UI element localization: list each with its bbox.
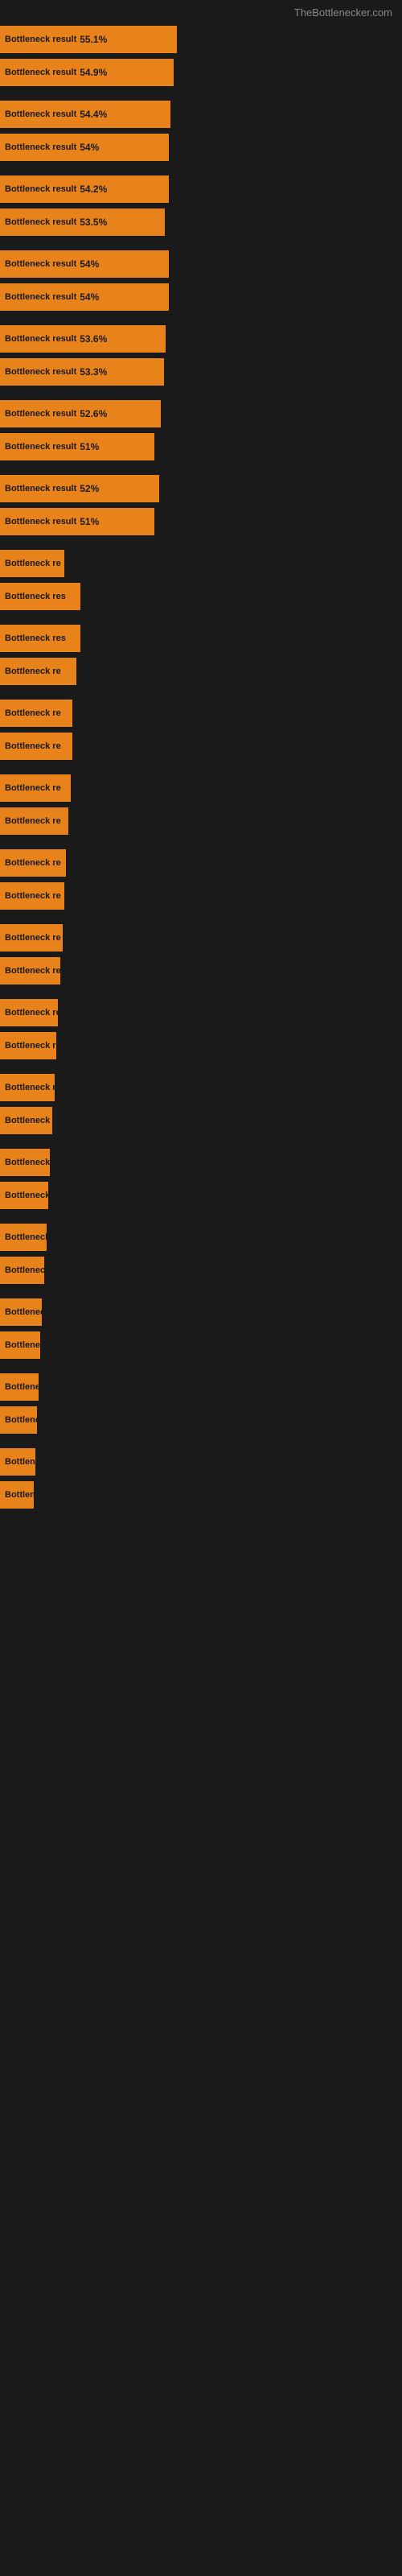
bar-label: Bottleneck res <box>5 634 66 643</box>
list-item: Bottleneck <box>0 1405 402 1435</box>
bar-value: 54% <box>80 142 99 153</box>
bar-label: Bottleneck re <box>5 783 61 793</box>
bar-label: Bottleneck re <box>5 816 61 826</box>
list-item: Bottleneck re <box>0 881 402 911</box>
bar-value: 53.5% <box>80 217 107 228</box>
bar-label: Bottleneck <box>5 1382 50 1392</box>
bar-label: Bottleneck result <box>5 68 76 77</box>
bar-label: Bottleneck result <box>5 109 76 119</box>
bar-label: Bottleneck re <box>5 1041 61 1051</box>
list-item: Bottleneck res <box>0 623 402 654</box>
bar-label: Bottleneck result <box>5 442 76 452</box>
list-item: Bottleneck re <box>0 698 402 729</box>
bar-label: Bottleneck result <box>5 484 76 493</box>
bar-label: Bottleneck <box>5 1490 50 1500</box>
list-item: Bottleneck re4% <box>0 548 402 579</box>
bar-value: 53.6% <box>80 333 107 345</box>
list-item: Bottleneck result 54.2% <box>0 174 402 204</box>
site-header: TheBottlenecker.com <box>0 0 402 22</box>
bar-label: Bottleneck re <box>5 1008 61 1018</box>
bar-label: Bottleneck re <box>5 933 61 943</box>
bar-label: Bottleneck re <box>5 667 61 676</box>
bar-label: Bottleneck result <box>5 35 76 44</box>
list-item: Bottleneck result 54% <box>0 249 402 279</box>
bar-label: Bottleneck re <box>5 1158 61 1167</box>
bar-value: 54.4% <box>80 109 107 120</box>
list-item: Bottleneck re <box>0 1030 402 1061</box>
list-item: Bottleneck result 51% <box>0 506 402 537</box>
list-item: Bottleneck result 54.9% <box>0 57 402 88</box>
bar-value: 53.3% <box>80 366 107 378</box>
list-item: Bottleneck result 52.6% <box>0 398 402 429</box>
bar-label: Bottleneck <box>5 1415 50 1425</box>
list-item: Bottleneck result 54% <box>0 282 402 312</box>
bar-label: Bottleneck result <box>5 142 76 152</box>
bar-value: 52.6% <box>80 408 107 419</box>
bar-label: Bottleneck result <box>5 409 76 419</box>
bar-label: Bottleneck re <box>5 966 61 976</box>
bar-value: 51% <box>80 516 99 527</box>
bar-label: Bottleneck res <box>5 592 66 601</box>
bar-label: Bottleneck re <box>5 858 61 868</box>
bar-label: Bottleneck re <box>5 559 61 568</box>
bar-label: Bottleneck re <box>5 708 61 718</box>
list-item: Bottleneck re <box>0 848 402 878</box>
bar-label: Bottleneck r <box>5 1232 56 1242</box>
list-item: Bottleneck re <box>0 1072 402 1103</box>
bar-label: Bottleneck result <box>5 334 76 344</box>
list-item: Bottleneck re <box>0 1180 402 1211</box>
bar-label: Bottleneck r <box>5 1265 56 1275</box>
bar-label: Bottleneck result <box>5 217 76 227</box>
bar-value: 54.9% <box>80 67 107 78</box>
bar-label: Bottleneck re <box>5 1116 61 1125</box>
list-item: Bottleneck result 53.6% <box>0 324 402 354</box>
bar-label: Bottleneck result <box>5 259 76 269</box>
list-item: Bottleneck r <box>0 1255 402 1286</box>
bar-label: Bottleneck result <box>5 517 76 526</box>
site-title: TheBottlenecker.com <box>294 6 392 19</box>
list-item: Bottleneck re <box>0 956 402 986</box>
bar-value: 51% <box>80 441 99 452</box>
list-item: Bottleneck r <box>0 1222 402 1253</box>
list-item: Bottleneck re <box>0 806 402 836</box>
bar-value: 55.1% <box>80 34 107 45</box>
bar-label: Bottleneck <box>5 1457 50 1467</box>
list-item: Bottleneck re <box>0 1147 402 1178</box>
list-item: Bottleneck <box>0 1480 402 1510</box>
list-item: Bottleneck result 52% <box>0 473 402 504</box>
list-item: Bottleneck result 53.3% <box>0 357 402 387</box>
list-item: Bottleneck <box>0 1447 402 1477</box>
list-item: Bottleneck re <box>0 923 402 953</box>
bar-label: Bottleneck re <box>5 1191 61 1200</box>
list-item: Bottleneck r <box>0 1297 402 1327</box>
list-item: Bottleneck result 54% <box>0 132 402 163</box>
list-item: Bottleneck <box>0 1372 402 1402</box>
list-item: Bottleneck re <box>0 656 402 687</box>
list-item: Bottleneck res <box>0 581 402 612</box>
list-item: Bottleneck result 54.4% <box>0 99 402 130</box>
bar-value: 52% <box>80 483 99 494</box>
bar-value: 4% <box>64 558 78 569</box>
bar-label: Bottleneck re <box>5 891 61 901</box>
bar-label: Bottleneck r <box>5 1307 56 1317</box>
bar-value: 54.2% <box>80 184 107 195</box>
bars-container: Bottleneck result 55.1% Bottleneck result 5… <box>0 24 402 1519</box>
bar-label: Bottleneck result <box>5 184 76 194</box>
bar-label: Bottleneck re <box>5 1083 61 1092</box>
bar-value: 54% <box>80 258 99 270</box>
bar-label: Bottleneck result <box>5 367 76 377</box>
list-item: Bottleneck result 55.1% <box>0 24 402 55</box>
list-item: Bottleneck re <box>0 773 402 803</box>
list-item: Bottleneck result 51% <box>0 431 402 462</box>
list-item: Bottleneck r <box>0 1330 402 1360</box>
list-item: Bottleneck re <box>0 1105 402 1136</box>
bar-label: Bottleneck result <box>5 292 76 302</box>
bar-label: Bottleneck re <box>5 741 61 751</box>
list-item: Bottleneck re <box>0 731 402 762</box>
bar-value: 54% <box>80 291 99 303</box>
list-item: Bottleneck result 53.5% <box>0 207 402 237</box>
bar-label: Bottleneck r <box>5 1340 56 1350</box>
list-item: Bottleneck re <box>0 997 402 1028</box>
